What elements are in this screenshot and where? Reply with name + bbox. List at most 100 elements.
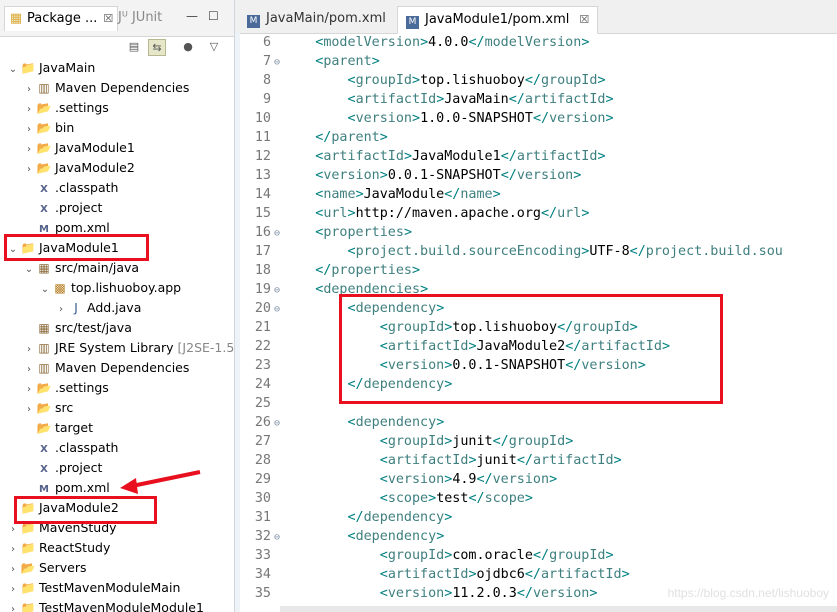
chevron-right-icon[interactable]: › <box>22 380 36 400</box>
code-line[interactable]: 32 ⊖ <dependency> <box>235 527 444 546</box>
line-number: 34 <box>254 567 271 582</box>
code-text: <properties> <box>315 225 412 240</box>
link-with-editor-icon[interactable]: ⇆ <box>148 39 166 56</box>
fold-icon[interactable]: ⊖ <box>271 414 283 433</box>
explorer-tab-bar: ▦ Package ... ☒ Jᵁ JUnit — ☐ <box>0 0 234 37</box>
tree-item[interactable]: › 📂 JavaModule1 <box>0 138 135 158</box>
tree-item[interactable]: ⌄ 📁 JavaMain <box>0 58 95 78</box>
tab-javamain-pom[interactable]: M JavaMain/pom.xml <box>239 6 394 32</box>
line-number: 33 <box>254 548 271 563</box>
code-line[interactable]: 31 </dependency> <box>235 508 452 527</box>
chevron-right-icon[interactable]: › <box>6 580 20 600</box>
chevron-right-icon[interactable]: › <box>22 340 36 360</box>
chevron-down-icon[interactable]: ⌄ <box>38 280 52 300</box>
chevron-right-icon[interactable]: › <box>22 80 36 100</box>
tree-item[interactable]: ▦ src/test/java <box>0 318 132 338</box>
code-line[interactable]: 6 <modelVersion>4.0.0</modelVersion> <box>235 33 589 52</box>
tree-item[interactable]: › J Add.java <box>0 298 141 318</box>
tree-item[interactable]: ⌄ ▦ src/main/java <box>0 258 139 278</box>
chevron-right-icon[interactable]: › <box>6 600 20 612</box>
library-icon: ▥ <box>38 361 50 375</box>
chevron-down-icon[interactable]: ⌄ <box>22 260 36 280</box>
chevron-right-icon[interactable]: › <box>22 120 36 140</box>
code-line[interactable]: 18 </properties> <box>235 261 420 280</box>
tab-package-explorer[interactable]: ▦ Package ... ☒ <box>4 6 119 31</box>
line-number: 27 <box>254 434 271 449</box>
package-explorer-icon: ▦ <box>9 11 23 26</box>
code-line[interactable]: 11 </parent> <box>235 128 388 147</box>
tree-item[interactable]: › 📂 src <box>0 398 73 418</box>
code-line[interactable]: 26 ⊖ <dependency> <box>235 413 444 432</box>
fold-icon[interactable]: ⊖ <box>271 300 283 319</box>
code-line[interactable]: 28 <artifactId>junit</artifactId> <box>235 451 622 470</box>
focus-icon[interactable]: ● <box>180 39 196 54</box>
chevron-right-icon[interactable]: › <box>22 360 36 380</box>
tree-item[interactable]: X .project <box>0 458 102 478</box>
collapse-all-icon[interactable]: ▤ <box>126 39 142 54</box>
tree-item[interactable]: › 📂 Servers <box>0 558 87 578</box>
code-line[interactable]: 9 <artifactId>JavaMain</artifactId> <box>235 90 614 109</box>
code-line[interactable]: 8 <groupId>top.lishuoboy</groupId> <box>235 71 606 90</box>
chevron-right-icon[interactable]: › <box>22 160 36 180</box>
tree-item[interactable]: 📂 target <box>0 418 94 438</box>
chevron-down-icon[interactable]: ⌄ <box>6 60 20 80</box>
tree-item[interactable]: ⌄ ▩ top.lishuoboy.app <box>0 278 181 298</box>
tree-item[interactable]: › 📂 .settings <box>0 378 109 398</box>
fold-icon[interactable]: ⊖ <box>271 281 283 300</box>
tree-item[interactable]: › ▥ Maven Dependencies <box>0 78 189 98</box>
chevron-right-icon[interactable]: › <box>6 540 20 560</box>
code-line[interactable]: 29 <version>4.9</version> <box>235 470 557 489</box>
code-line[interactable]: 15 <url>http://maven.apache.org</url> <box>235 204 590 223</box>
code-line[interactable]: 16 ⊖ <properties> <box>235 223 412 242</box>
code-line[interactable]: 12 <artifactId>JavaModule1</artifactId> <box>235 147 606 166</box>
tree-item[interactable]: X .project <box>0 198 102 218</box>
maximize-button[interactable]: ☐ <box>208 9 219 23</box>
tree-item-label: bin <box>55 120 75 135</box>
fold-icon[interactable]: ⊖ <box>271 53 283 72</box>
tree-item[interactable]: X .classpath <box>0 178 118 198</box>
chevron-right-icon[interactable]: › <box>22 400 36 420</box>
tree-item[interactable]: › 📂 .settings <box>0 98 109 118</box>
view-menu-icon[interactable]: ▽ <box>206 39 222 54</box>
tab-javamodule1-pom[interactable]: M JavaModule1/pom.xml ☒ <box>397 6 599 34</box>
chevron-right-icon[interactable]: › <box>6 560 20 580</box>
line-number: 20 <box>254 301 271 316</box>
tree-item[interactable]: › 📂 JavaModule2 <box>0 158 135 178</box>
code-line[interactable]: 25 <box>235 394 283 413</box>
library-icon: ▥ <box>38 81 50 95</box>
annotation-box-javamodule2 <box>14 496 157 524</box>
tree-item[interactable]: › 📂 bin <box>0 118 74 138</box>
tree-item-label: TestMavenModuleMain <box>39 580 181 595</box>
tree-item[interactable]: X .classpath <box>0 438 118 458</box>
minimize-button[interactable]: — <box>186 9 198 23</box>
close-icon[interactable]: ☒ <box>103 12 113 25</box>
code-line[interactable]: 34 <artifactId>ojdbc6</artifactId> <box>235 565 630 584</box>
tree-item-label: pom.xml <box>55 220 110 235</box>
tree-item[interactable]: Mpom.xml <box>0 478 110 498</box>
tree-item[interactable]: › 📁 TestMavenModuleModule1 <box>0 598 204 612</box>
chevron-right-icon[interactable]: › <box>22 140 36 160</box>
code-line[interactable]: 17 <project.build.sourceEncoding>UTF-8</… <box>235 242 783 261</box>
chevron-right-icon[interactable]: › <box>54 300 68 320</box>
horizontal-scrollbar[interactable] <box>280 606 837 612</box>
chevron-right-icon[interactable]: › <box>22 100 36 120</box>
tree-item[interactable]: › 📁 TestMavenModuleMain <box>0 578 180 598</box>
fold-icon[interactable]: ⊖ <box>271 528 283 547</box>
code-line[interactable]: 13 <version>0.0.1-SNAPSHOT</version> <box>235 166 581 185</box>
tree-item[interactable]: › ▥ Maven Dependencies <box>0 358 189 378</box>
tab-junit[interactable]: Jᵁ JUnit <box>118 6 162 30</box>
code-line[interactable]: 30 <scope>test</scope> <box>235 489 533 508</box>
tree-item-label: src <box>55 400 74 415</box>
code-line[interactable]: 7 ⊖ <parent> <box>235 52 380 71</box>
line-number: 31 <box>254 510 271 525</box>
fold-icon[interactable]: ⊖ <box>271 224 283 243</box>
tree-item-decoration: [J2SE-1.5] <box>177 340 235 355</box>
code-line[interactable]: 10 <version>1.0.0-SNAPSHOT</version> <box>235 109 614 128</box>
code-line[interactable]: 14 <name>JavaModule</name> <box>235 185 501 204</box>
code-line[interactable]: 35 <version>11.2.0.3</version> <box>235 584 598 603</box>
close-icon[interactable]: ☒ <box>579 13 589 26</box>
tree-item[interactable]: › ▥ JRE System Library [J2SE-1.5] <box>0 338 235 360</box>
code-line[interactable]: 27 <groupId>junit</groupId> <box>235 432 573 451</box>
tree-item[interactable]: › 📁 ReactStudy <box>0 538 110 558</box>
code-line[interactable]: 33 <groupId>com.oracle</groupId> <box>235 546 614 565</box>
